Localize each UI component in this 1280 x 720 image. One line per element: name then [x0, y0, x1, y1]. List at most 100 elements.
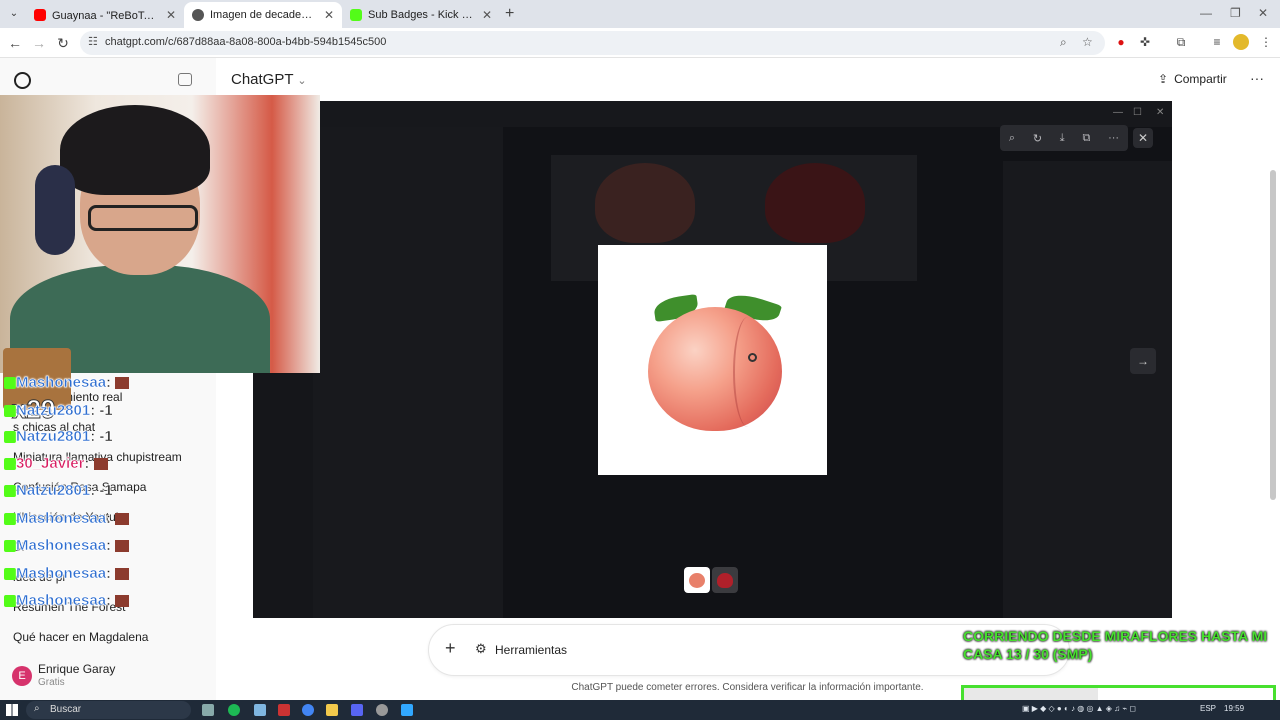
avatar[interactable]: E: [12, 666, 32, 686]
openai-logo-icon[interactable]: [14, 72, 31, 89]
image-viewer-overlay[interactable]: — ☐ ✕ ⌕ ↻ ⤓ ⧉ ··· ✕ →: [253, 101, 1172, 618]
forward-arrow-icon[interactable]: →: [30, 34, 48, 52]
thumbnail-heart[interactable]: [712, 567, 738, 593]
browser-menu-icon[interactable]: ⋮: [1258, 34, 1274, 50]
tab-youtube[interactable]: Guaynaa - "ReBoTa" 🤣 - YouTube ✕: [26, 2, 184, 28]
youtube-icon: [34, 9, 46, 21]
taskbar-search[interactable]: ⌕ Buscar: [26, 701, 191, 719]
folder-icon[interactable]: [326, 704, 338, 716]
restore-icon[interactable]: ❐: [1230, 6, 1241, 20]
new-tab-button[interactable]: +: [505, 5, 514, 23]
extensions-puzzle-icon[interactable]: ✜: [1137, 34, 1153, 50]
share-icon: ⇪: [1158, 72, 1169, 86]
chat-separator: :: [106, 537, 112, 555]
chat-username: Mashonesaa: [16, 374, 107, 392]
chrome-icon[interactable]: [302, 704, 314, 716]
viewer-maximize-icon[interactable]: ☐: [1133, 107, 1142, 118]
zoom-in-icon[interactable]: ⌕: [1009, 132, 1015, 145]
reload-icon[interactable]: ↻: [54, 34, 72, 52]
windows-taskbar: ⌕ Buscar ▣ ▶ ◆ ◇ ● ◐ ♪ ◍ ◎ ▲ ◈ ♫ ⌁ ◻ ESP…: [0, 700, 1280, 720]
tab-chatgpt[interactable]: Imagen de decadencia ✕: [184, 2, 342, 28]
chat-separator: :: [84, 455, 90, 473]
viewer-close-window-icon[interactable]: ✕: [1156, 107, 1164, 118]
bg-peach-image: [595, 163, 695, 243]
tab-search-chevron-icon[interactable]: ⌄: [6, 6, 22, 22]
stream-chat-line: Natzu2801: -1: [4, 482, 113, 499]
tools-button[interactable]: Herramientas: [495, 643, 567, 657]
chevron-down-icon: ⌄: [297, 75, 307, 87]
zoom-icon[interactable]: ⌕: [1060, 35, 1067, 50]
thumbnail-strip: [684, 567, 738, 593]
url-text[interactable]: chatgpt.com/c/687d88aa-8a08-800a-b4bb-59…: [105, 36, 386, 48]
open-external-icon[interactable]: ⧉: [1082, 132, 1090, 145]
sub-badge-icon: [4, 458, 16, 471]
viewer-toolbar: ⌕ ↻ ⤓ ⧉ ···: [1000, 125, 1128, 151]
profile-avatar[interactable]: [1233, 34, 1249, 50]
sub-badge-icon: [4, 540, 16, 553]
cast-icon[interactable]: ⧉: [1173, 34, 1189, 50]
site-info-icon[interactable]: ☷: [88, 35, 98, 48]
viewer-titlebar: [253, 101, 1172, 127]
address-bar[interactable]: ☷ chatgpt.com/c/687d88aa-8a08-800a-b4bb-…: [80, 31, 1105, 55]
tray-icons[interactable]: ▣ ▶ ◆ ◇ ● ◐ ♪ ◍ ◎ ▲ ◈ ♫ ⌁ ◻: [1022, 704, 1136, 713]
sidebar-toggle-icon[interactable]: [178, 73, 192, 86]
chat-emote-icon: [93, 458, 108, 471]
media-queue-icon[interactable]: ≡: [1209, 34, 1225, 50]
tab-kick[interactable]: Sub Badges - Kick Dashboard ✕: [342, 2, 500, 28]
close-tab-icon[interactable]: ✕: [166, 8, 176, 22]
chat-username: Mashonesaa: [16, 510, 107, 528]
next-image-button[interactable]: →: [1130, 348, 1156, 374]
close-window-icon[interactable]: ✕: [1258, 6, 1268, 20]
zoom-cursor-icon: [748, 353, 757, 362]
opera-icon[interactable]: [278, 704, 290, 716]
files-icon[interactable]: [254, 704, 266, 716]
chat-username: Mashonesaa: [16, 537, 107, 555]
download-icon[interactable]: ⤓: [1060, 132, 1065, 145]
chat-separator: :: [106, 510, 112, 528]
more-options-button[interactable]: ···: [1250, 70, 1264, 86]
bookmark-star-icon[interactable]: ☆: [1082, 35, 1093, 49]
close-tab-icon[interactable]: ✕: [482, 8, 492, 22]
more-icon[interactable]: ···: [1108, 132, 1119, 144]
spotify-icon[interactable]: [228, 704, 240, 716]
chat-emote-icon: [115, 513, 130, 526]
viewer-close-button[interactable]: ✕: [1133, 128, 1153, 148]
viewer-minimize-icon[interactable]: —: [1113, 107, 1123, 118]
thumbnail-peach[interactable]: [684, 567, 710, 593]
stream-chat-line: Mashonesaa:: [4, 537, 130, 555]
user-name[interactable]: Enrique Garay: [38, 662, 115, 676]
stream-chat-line: Natzu2801: -1: [4, 402, 113, 419]
webcam-overlay: [0, 95, 320, 373]
photoshop-icon[interactable]: [401, 704, 413, 716]
peach-emoji-image[interactable]: [598, 245, 827, 475]
obs-icon[interactable]: [376, 704, 388, 716]
stream-chat-line: Mashonesaa:: [4, 592, 130, 609]
back-arrow-icon[interactable]: ←: [6, 34, 24, 52]
chat-history-item[interactable]: Qué hacer en Magdalena: [13, 630, 148, 644]
streamer-headset: [35, 165, 75, 255]
opera-extension-icon[interactable]: ●: [1113, 34, 1129, 50]
discord-icon[interactable]: [351, 704, 363, 716]
language-indicator[interactable]: ESP: [1200, 704, 1216, 713]
sub-badge-icon: [4, 485, 16, 498]
clock[interactable]: 19:59: [1224, 704, 1244, 713]
close-tab-icon[interactable]: ✕: [324, 8, 334, 22]
chat-username: Mashonesaa: [16, 565, 107, 583]
model-selector[interactable]: ChatGPT ⌄: [231, 71, 307, 88]
rotate-icon[interactable]: ↻: [1033, 132, 1042, 145]
bg-channel-list: [313, 127, 503, 618]
tools-sliders-icon[interactable]: ⚙: [475, 641, 487, 657]
add-attachment-button[interactable]: +: [445, 638, 456, 659]
peach-icon: [689, 572, 705, 588]
windows-start-icon[interactable]: [6, 704, 18, 716]
stream-chat-line: 30_Javier:: [4, 455, 108, 472]
chat-username: Natzu2801: [16, 482, 91, 500]
task-view-icon[interactable]: [202, 704, 214, 716]
page-title: ChatGPT: [231, 71, 294, 88]
streamer-glasses: [88, 205, 198, 231]
share-button[interactable]: ⇪ Compartir: [1158, 72, 1227, 86]
minimize-icon[interactable]: —: [1200, 6, 1212, 20]
page-scrollbar[interactable]: [1270, 170, 1276, 500]
search-icon: ⌕: [34, 703, 40, 714]
chat-username: Natzu2801: [16, 402, 91, 420]
